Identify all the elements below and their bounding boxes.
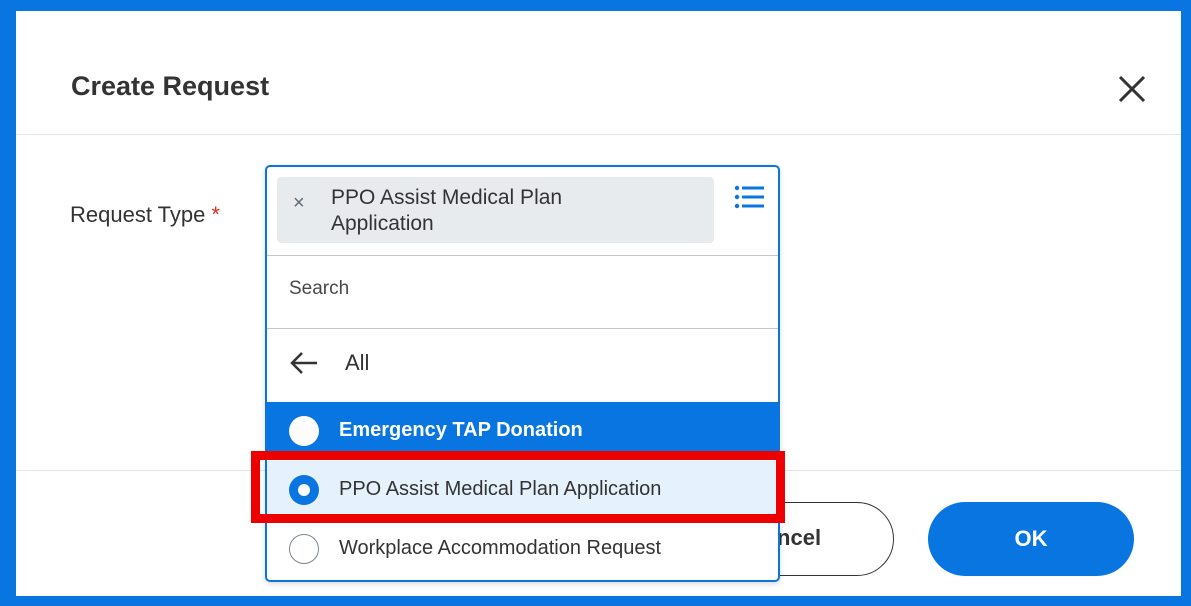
arrow-left-icon: [290, 352, 317, 374]
close-icon[interactable]: [1114, 71, 1150, 107]
option-workplace-accommodation-request[interactable]: Workplace Accommodation Request: [267, 520, 778, 578]
option-emergency-tap-donation[interactable]: Emergency TAP Donation: [267, 402, 778, 460]
radio-icon: [289, 534, 319, 564]
ok-button[interactable]: OK: [928, 502, 1134, 576]
search-input[interactable]: [289, 278, 739, 300]
search-row: [267, 255, 778, 329]
dialog-title: Create Request: [71, 71, 270, 101]
option-label: Workplace Accommodation Request: [339, 537, 662, 559]
request-type-label: Request Type *: [70, 202, 220, 228]
selected-value-pill: × PPO Assist Medical Plan Application: [277, 177, 714, 243]
option-label: PPO Assist Medical Plan Application: [339, 478, 662, 500]
radio-selected-icon: [289, 475, 319, 505]
request-type-dropdown: × PPO Assist Medical Plan Application Al…: [265, 165, 780, 582]
list-icon[interactable]: [734, 185, 766, 209]
remove-selection-icon[interactable]: ×: [293, 192, 305, 215]
option-ppo-assist-medical-plan-application[interactable]: PPO Assist Medical Plan Application: [267, 461, 778, 519]
request-type-label-text: Request Type: [70, 202, 206, 227]
back-to-all-row[interactable]: All: [267, 327, 778, 401]
option-label: Emergency TAP Donation: [339, 419, 583, 441]
header-divider: [16, 134, 1181, 135]
required-marker: *: [211, 202, 220, 227]
radio-icon: [289, 416, 319, 446]
selected-value-text: PPO Assist Medical Plan Application: [331, 186, 563, 235]
back-label: All: [345, 350, 370, 375]
